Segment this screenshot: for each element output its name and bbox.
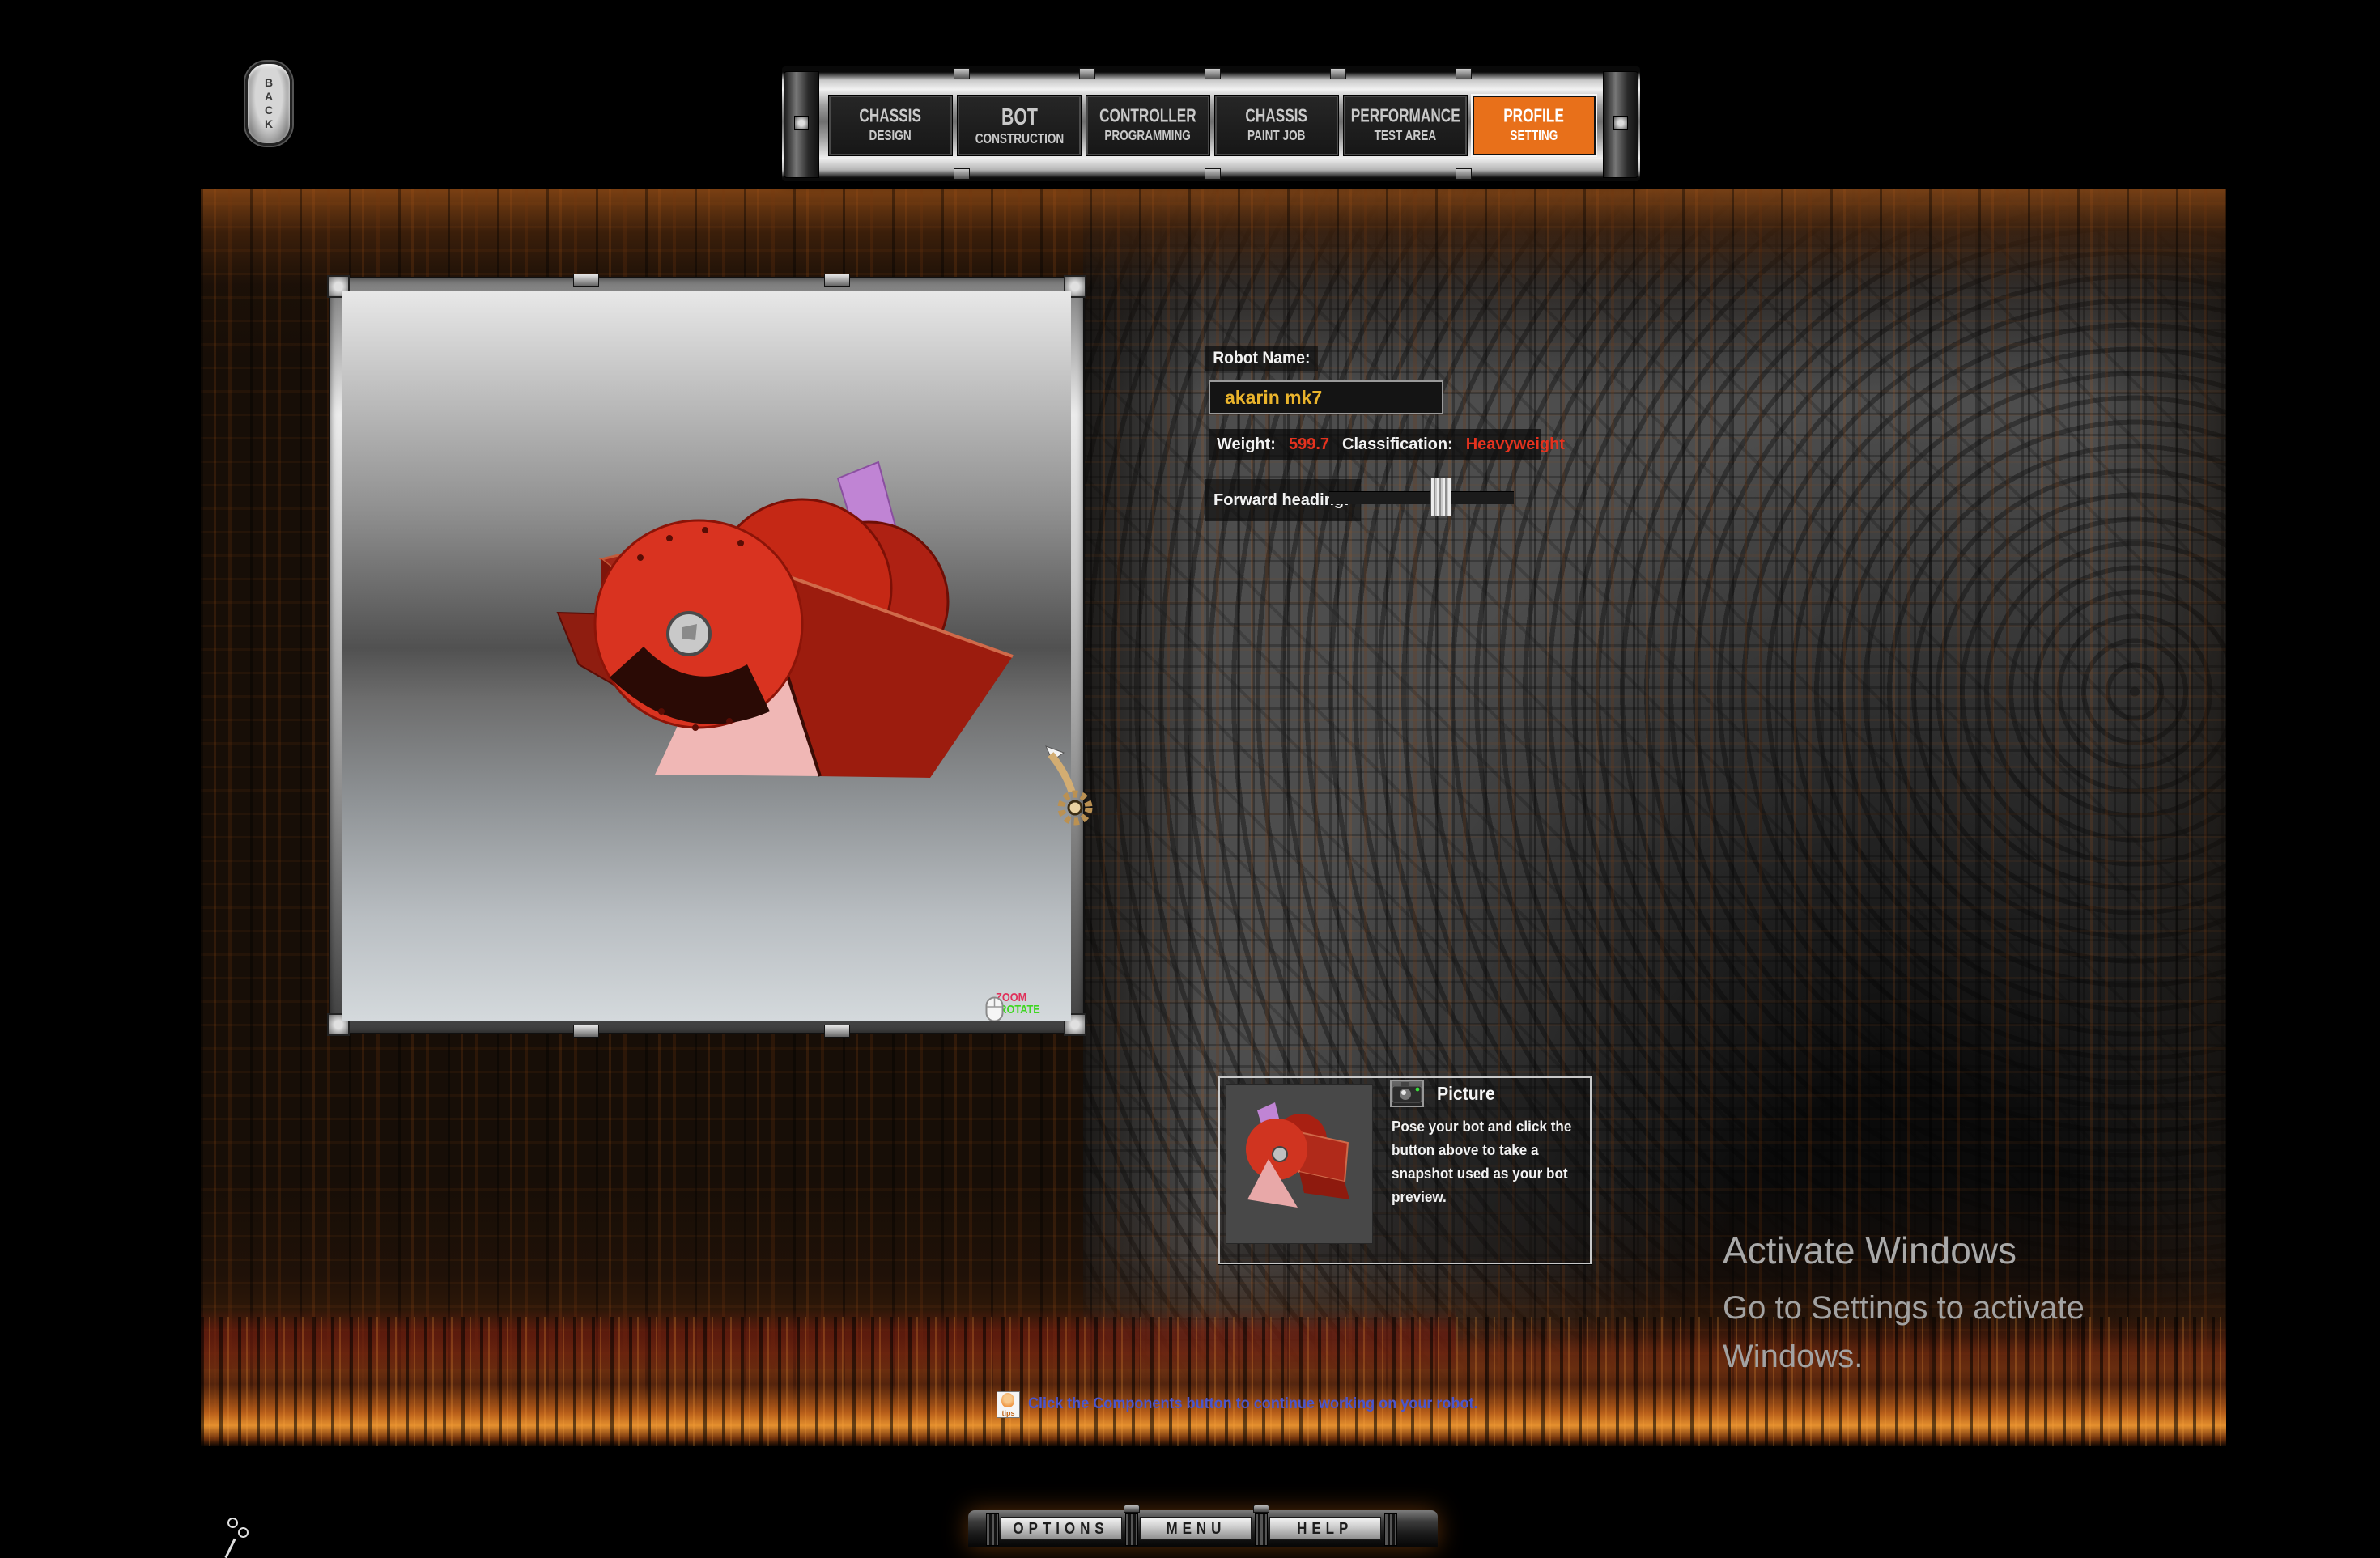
picture-instructions-line: preview. [1392, 1189, 1447, 1205]
navbar-clamp [1205, 68, 1221, 79]
tab-label: PAINT JOB [1247, 127, 1306, 144]
tab-chassis-paint-job[interactable]: CHASSIS PAINT JOB [1214, 95, 1339, 156]
corner-mark-circle [238, 1527, 249, 1538]
navbar-clamp [1079, 68, 1095, 79]
bot-snapshot-image [1246, 1102, 1349, 1208]
footer-bar: OPTIONS MENU HELP [968, 1505, 1438, 1547]
tip-message: Click the Components button to continue … [1028, 1395, 1478, 1412]
bolt-icon [1613, 116, 1628, 130]
corner-mark-slash [224, 1538, 236, 1558]
bot-3d-viewport[interactable]: ┌ZOOM ▌-ROTATE [327, 274, 1086, 1038]
corner-mark-circle [227, 1518, 238, 1528]
tab-performance-test-area[interactable]: PERFORMANCE TEST AREA [1343, 95, 1468, 156]
mouse-icon [985, 996, 1004, 1021]
footer-connector [1125, 1513, 1138, 1546]
tab-label: PROGRAMMING [1104, 127, 1192, 144]
tab-bot-construction[interactable]: BOT CONSTRUCTION [957, 95, 1082, 156]
tab-label: CONSTRUCTION [975, 130, 1064, 146]
classification-label: Classification: [1342, 435, 1453, 453]
tab-label: CONTROLLER [1099, 105, 1196, 127]
tips-label: tips [1001, 1409, 1015, 1417]
bulb-glyph [1001, 1393, 1014, 1407]
menu-button[interactable]: MENU [1140, 1517, 1252, 1540]
frame-clamp [573, 274, 599, 287]
tab-chassis-design[interactable]: CHASSIS DESIGN [828, 95, 953, 156]
tab-label: SETTING [1510, 127, 1558, 144]
tab-label: PERFORMANCE [1350, 105, 1460, 127]
picture-instructions: Pose your bot and click the button above… [1392, 1115, 1575, 1209]
activate-windows-subtext: Go to Settings to activate Windows. [1723, 1284, 2085, 1381]
picture-instructions-line: button above to take a [1392, 1142, 1539, 1158]
bolt-icon [794, 116, 809, 130]
activate-windows-title: Activate Windows [1723, 1229, 2017, 1271]
navbar-right-endcap [1603, 71, 1638, 178]
picture-panel: Picture Pose your bot and click the butt… [1218, 1076, 1592, 1264]
navbar-clamp [1456, 68, 1472, 79]
tab-label: PROFILE [1503, 105, 1565, 127]
back-button[interactable]: BACK [245, 62, 292, 146]
activate-windows-line1: Go to Settings to activate [1723, 1290, 2085, 1326]
back-button-label: BACK [262, 76, 275, 131]
take-snapshot-button[interactable] [1390, 1080, 1424, 1107]
app-root: BACK CHASSIS DESIGN BOT CONSTRUCTION CON… [0, 0, 2380, 1558]
activate-windows-line2: Windows. [1723, 1339, 1864, 1374]
navbar-clamp [1330, 68, 1346, 79]
navbar-clamp [1456, 168, 1472, 180]
footer-connector [1384, 1513, 1397, 1546]
tip-statusbar: tips Click the Components button to cont… [997, 1391, 1502, 1418]
robot-name-label: Robot Name: [1205, 346, 1318, 371]
weight-row: Weight: 599.7 Classification: Heavyweigh… [1209, 429, 1565, 460]
options-button[interactable]: OPTIONS [1001, 1517, 1122, 1540]
tab-label: BOT [1001, 102, 1038, 129]
navbar-left-endcap [784, 71, 819, 178]
tab-profile-setting[interactable]: PROFILE SETTING [1471, 94, 1597, 157]
help-button[interactable]: HELP [1269, 1517, 1381, 1540]
classification-value: Heavyweight [1465, 435, 1565, 453]
frame-clamp [824, 1025, 850, 1038]
picture-title: Picture [1437, 1083, 1495, 1104]
camera-icon [1392, 1082, 1422, 1103]
tab-controller-programming[interactable]: CONTROLLER PROGRAMMING [1086, 95, 1210, 156]
frame-clamp [824, 274, 850, 287]
mouse-controls-legend: ┌ZOOM ▌-ROTATE [985, 991, 1063, 1021]
tab-label: CHASSIS [1245, 105, 1308, 127]
navbar-clamp [954, 168, 970, 180]
navbar-clamp [954, 68, 970, 79]
tips-lightbulb-icon: tips [997, 1391, 1020, 1418]
picture-instructions-line: snapshot used as your bot [1392, 1165, 1568, 1182]
weight-value: 599.7 [1288, 435, 1330, 453]
footer-connector [986, 1513, 999, 1546]
footer-nub [1124, 1505, 1140, 1513]
tab-label: DESIGN [869, 127, 912, 144]
forward-heading-slider-track[interactable] [1329, 491, 1514, 504]
frame-clamp [573, 1025, 599, 1038]
footer-connector [1255, 1513, 1268, 1546]
tab-label: CHASSIS [859, 105, 922, 127]
bot-snapshot-thumbnail [1226, 1084, 1373, 1244]
tab-strip: CHASSIS DESIGN BOT CONSTRUCTION CONTROLL… [828, 94, 1597, 157]
bot-3d-scene[interactable]: ┌ZOOM ▌-ROTATE [342, 291, 1071, 1021]
weight-label: Weight: [1217, 435, 1276, 453]
robot-name-input[interactable] [1209, 380, 1443, 414]
tab-label: TEST AREA [1374, 127, 1437, 144]
top-navbar: CHASSIS DESIGN BOT CONSTRUCTION CONTROLL… [782, 66, 1640, 181]
picture-instructions-line: Pose your bot and click the [1392, 1119, 1572, 1135]
robot-3d-preview [556, 461, 1014, 778]
navbar-clamp [1205, 168, 1221, 180]
forward-heading-slider-handle[interactable] [1430, 478, 1451, 516]
footer-nub [1253, 1505, 1269, 1513]
